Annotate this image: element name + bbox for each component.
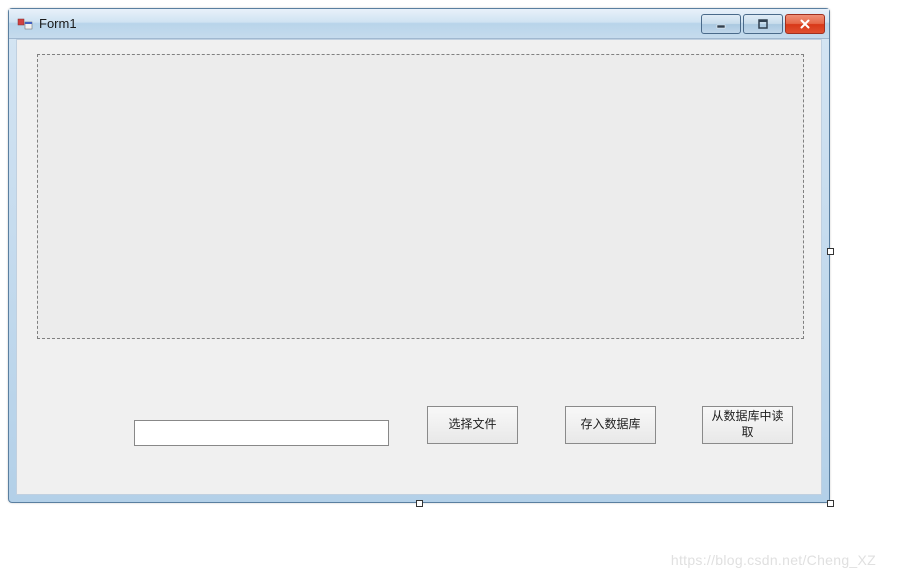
resize-handle-right[interactable] — [827, 248, 834, 255]
window-controls — [701, 14, 825, 34]
window-title: Form1 — [39, 16, 701, 31]
title-bar[interactable]: Form1 — [9, 9, 829, 39]
client-area: 选择文件 存入数据库 从数据库中读取 — [16, 39, 822, 495]
watermark: https://blog.csdn.net/Cheng_XZ — [671, 552, 876, 568]
file-path-input[interactable] — [134, 420, 389, 446]
form-window: Form1 选择文件 — [8, 8, 830, 503]
form-icon — [17, 16, 33, 32]
close-button[interactable] — [785, 14, 825, 34]
resize-handle-bottom[interactable] — [416, 500, 423, 507]
save-to-database-button[interactable]: 存入数据库 — [565, 406, 656, 444]
minimize-button[interactable] — [701, 14, 741, 34]
picture-box — [37, 54, 804, 339]
resize-handle-corner[interactable] — [827, 500, 834, 507]
read-from-database-button[interactable]: 从数据库中读取 — [702, 406, 793, 444]
select-file-button[interactable]: 选择文件 — [427, 406, 518, 444]
maximize-button[interactable] — [743, 14, 783, 34]
